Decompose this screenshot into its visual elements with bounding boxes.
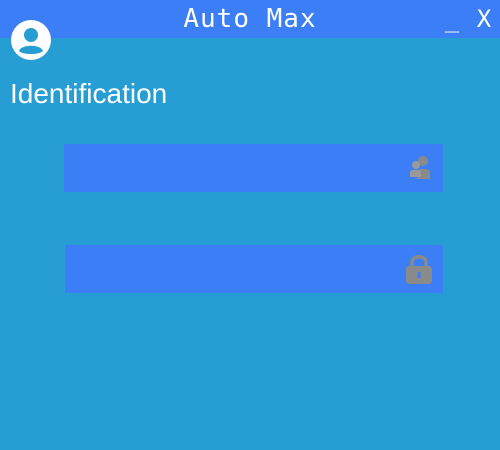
password-input[interactable]: [65, 245, 443, 293]
minimize-button[interactable]: _: [438, 3, 466, 35]
window-title: Auto Max: [183, 4, 317, 34]
user-circle-icon: [11, 20, 51, 60]
username-field[interactable]: [64, 144, 443, 192]
login-window: Auto Max _ X Identification: [0, 0, 500, 450]
lock-icon: [406, 255, 432, 284]
page-title: Identification: [10, 78, 168, 109]
users-icon: [410, 156, 430, 179]
password-field[interactable]: [65, 245, 443, 293]
title-bar[interactable]: Auto Max _ X: [0, 0, 500, 38]
username-input[interactable]: [64, 144, 443, 192]
close-button[interactable]: X: [470, 3, 498, 35]
